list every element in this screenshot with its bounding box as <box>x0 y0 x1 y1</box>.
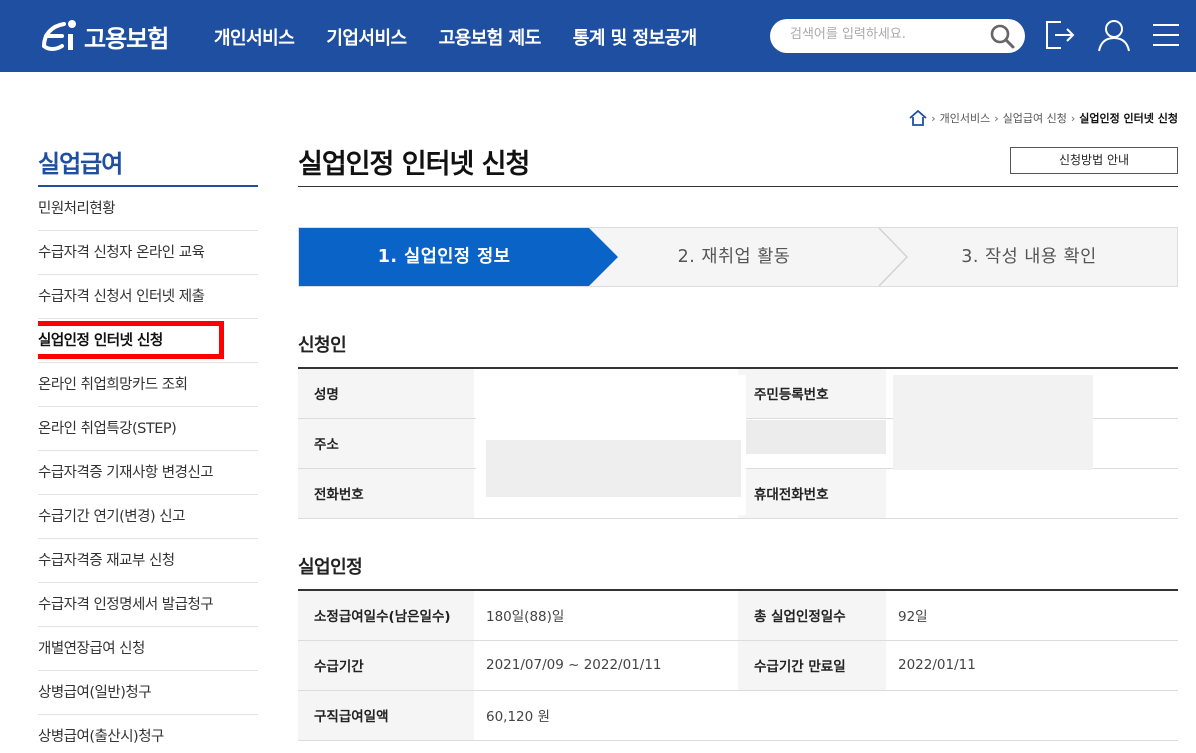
breadcrumb-item[interactable]: 실업급여 신청 <box>1003 110 1067 126</box>
label-benefit-days: 소정급여일수(남은일수) <box>298 590 474 641</box>
guide-button[interactable]: 신청방법 안내 <box>1010 147 1178 174</box>
search-input[interactable] <box>790 27 980 42</box>
sidebar-item[interactable]: 수급기간 연기(변경) 신고 <box>38 495 258 539</box>
sidebar-menu: 민원처리현황 수급자격 신청자 온라인 교육 수급자격 신청서 인터넷 제출 실… <box>38 187 258 753</box>
value-benefit-period: 2021/07/09 ~ 2022/01/11 <box>474 640 738 691</box>
top-header: 고용보험 개인서비스 기업서비스 고용보험 제도 통계 및 정보공개 <box>0 0 1196 72</box>
main-nav: 개인서비스 기업서비스 고용보험 제도 통계 및 정보공개 <box>214 24 697 50</box>
sidebar-item-active[interactable]: 실업인정 인터넷 신청 <box>38 319 258 363</box>
sidebar-item[interactable]: 상병급여(출산시)청구 <box>38 715 258 753</box>
search-box <box>770 19 1025 53</box>
value-mobile <box>886 468 1178 519</box>
title-divider <box>298 186 1178 187</box>
sidebar-item[interactable]: 수급자격 신청서 인터넷 제출 <box>38 275 258 319</box>
step-indicator: 1. 실업인정 정보 2. 재취업 활동 3. 작성 내용 확인 <box>298 227 1178 287</box>
value-expiry-date: 2022/01/11 <box>886 640 1178 691</box>
nav-personal[interactable]: 개인서비스 <box>214 24 295 50</box>
label-benefit-period: 수급기간 <box>298 640 474 691</box>
sidebar-item[interactable]: 수급자격 신청자 온라인 교육 <box>38 231 258 275</box>
chevron-right-icon: › <box>994 111 999 125</box>
value-daily-benefit: 60,120 원 <box>474 690 1178 741</box>
label-name: 성명 <box>298 368 474 419</box>
redaction-mask <box>893 375 1093 470</box>
chevron-right-icon: › <box>1070 111 1076 125</box>
logo-mark-icon <box>42 20 76 51</box>
menu-icon[interactable] <box>1150 18 1184 52</box>
nav-system[interactable]: 고용보험 제도 <box>439 24 542 50</box>
sidebar-item[interactable]: 온라인 취업희망카드 조회 <box>38 363 258 407</box>
home-icon[interactable] <box>909 110 927 126</box>
search-icon[interactable] <box>989 23 1015 49</box>
section-title-unemployment: 실업인정 <box>298 557 363 578</box>
sidebar-item[interactable]: 개별연장급여 신청 <box>38 627 258 671</box>
label-phone: 전화번호 <box>298 468 474 519</box>
unemployment-table: 소정급여일수(남은일수) 180일(88)일 총 실업인정일수 92일 수급기간… <box>298 589 1178 741</box>
step-2: 2. 재취업 활동 <box>677 247 791 267</box>
site-logo[interactable]: 고용보험 <box>38 14 169 58</box>
section-title-applicant: 신청인 <box>298 335 347 356</box>
table-row: 구직급여일액 60,120 원 <box>298 690 1178 741</box>
step-1: 1. 실업인정 정보 <box>377 247 511 267</box>
label-address: 주소 <box>298 418 474 469</box>
table-row: 수급기간 2021/07/09 ~ 2022/01/11 수급기간 만료일 20… <box>298 640 1178 691</box>
sidebar-item-label: 실업인정 인터넷 신청 <box>38 333 163 349</box>
breadcrumb-item[interactable]: 개인서비스 <box>940 110 991 126</box>
sidebar-item[interactable]: 온라인 취업특강(STEP) <box>38 407 258 451</box>
nav-statistics[interactable]: 통계 및 정보공개 <box>573 24 697 50</box>
redaction-mask <box>486 440 741 497</box>
value-benefit-days: 180일(88)일 <box>474 590 738 641</box>
step-3: 3. 작성 내용 확인 <box>961 247 1097 267</box>
sidebar-item[interactable]: 수급자격 인정명세서 발급청구 <box>38 583 258 627</box>
label-expiry-date: 수급기간 만료일 <box>738 640 886 691</box>
chevron-right-icon: › <box>931 111 936 125</box>
logo-text: 고용보험 <box>84 24 169 53</box>
nav-business[interactable]: 기업서비스 <box>326 24 407 50</box>
redaction-mask <box>746 420 886 454</box>
user-icon[interactable] <box>1097 18 1131 52</box>
page-title: 실업인정 인터넷 신청 <box>298 149 530 180</box>
label-daily-benefit: 구직급여일액 <box>298 690 474 741</box>
label-total-days: 총 실업인정일수 <box>738 590 886 641</box>
sidebar-item[interactable]: 수급자격증 기재사항 변경신고 <box>38 451 258 495</box>
sidebar-item[interactable]: 민원처리현황 <box>38 187 258 231</box>
value-total-days: 92일 <box>886 590 1178 641</box>
breadcrumb-current: 실업인정 인터넷 신청 <box>1079 112 1178 125</box>
logout-icon[interactable] <box>1043 18 1077 52</box>
label-mobile: 휴대전화번호 <box>738 468 886 519</box>
sidebar-item[interactable]: 상병급여(일반)청구 <box>38 671 258 715</box>
label-resident-number: 주민등록번호 <box>738 368 886 419</box>
sidebar-title: 실업급여 <box>38 150 123 178</box>
sidebar-item[interactable]: 수급자격증 재교부 신청 <box>38 539 258 583</box>
table-row: 소정급여일수(남은일수) 180일(88)일 총 실업인정일수 92일 <box>298 590 1178 641</box>
breadcrumb: › 개인서비스 › 실업급여 신청 › 실업인정 인터넷 신청 <box>909 110 1178 126</box>
